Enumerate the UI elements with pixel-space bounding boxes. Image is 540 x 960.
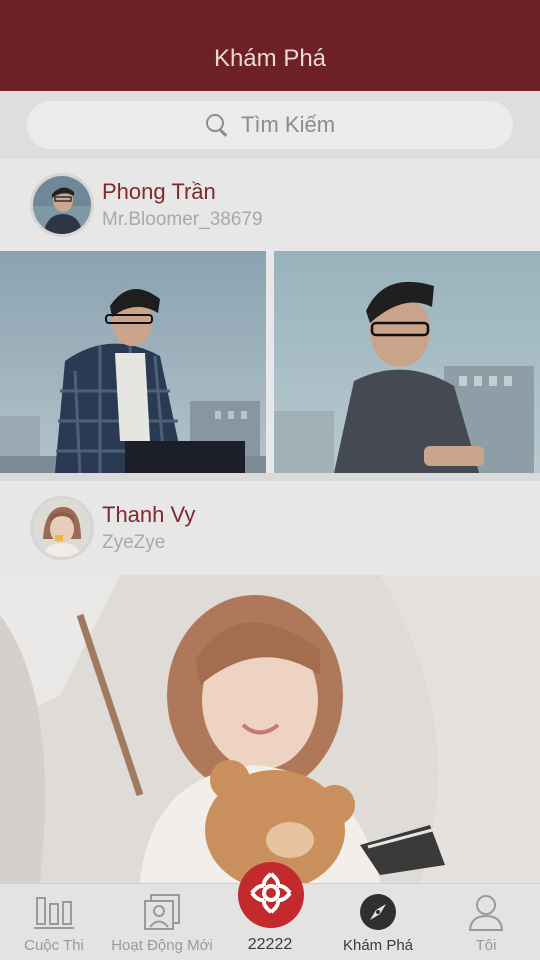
- avatar[interactable]: [30, 496, 94, 560]
- page-title: Khám Phá: [213, 45, 327, 72]
- tab-label: Cuộc Thi: [24, 937, 84, 954]
- tab-label: Tôi: [475, 937, 497, 954]
- center-action-button[interactable]: [238, 862, 304, 928]
- post-card: Phong Trần Mr.Bloomer_38679: [0, 159, 540, 473]
- post-card: Thanh Vy ZyeZye: [0, 481, 540, 883]
- post-author-name[interactable]: Phong Trần: [102, 179, 263, 205]
- tab-toi[interactable]: Tôi: [432, 884, 540, 960]
- photo-grid: [0, 251, 540, 473]
- post-author-name[interactable]: Thanh Vy: [102, 502, 195, 528]
- portrait-frame-icon: [141, 892, 183, 932]
- tab-label: 22222: [247, 936, 293, 953]
- app-header: Khám Phá: [0, 0, 540, 91]
- post-photo[interactable]: [0, 251, 266, 473]
- compass-icon: [357, 892, 399, 932]
- feed: Phong Trần Mr.Bloomer_38679 Thanh Vy Zye…: [0, 159, 540, 883]
- search-placeholder: Tìm Kiếm: [240, 112, 336, 137]
- tab-cuoc-thi[interactable]: Cuộc Thi: [0, 884, 108, 960]
- avatar[interactable]: [30, 173, 94, 237]
- post-author-username: Mr.Bloomer_38679: [102, 209, 263, 230]
- tab-label: Khám Phá: [342, 937, 414, 954]
- search-input[interactable]: Tìm Kiếm: [27, 101, 513, 149]
- divider: [0, 473, 540, 481]
- post-header[interactable]: Thanh Vy ZyeZye: [0, 481, 540, 575]
- post-photo[interactable]: [274, 251, 540, 473]
- search-bar-container: Tìm Kiếm: [0, 91, 540, 159]
- bar-chart-icon: [33, 892, 75, 932]
- post-photo[interactable]: [0, 575, 540, 883]
- person-icon: [465, 892, 507, 932]
- tab-kham-pha[interactable]: Khám Phá: [324, 884, 432, 960]
- flower-icon: [249, 871, 293, 920]
- search-icon: [205, 113, 229, 137]
- post-author-username: ZyeZye: [102, 532, 166, 553]
- post-header[interactable]: Phong Trần Mr.Bloomer_38679: [0, 159, 540, 251]
- tab-label: Hoạt Động Mới: [111, 937, 213, 954]
- tab-hoat-dong-moi[interactable]: Hoạt Động Mới: [108, 884, 216, 960]
